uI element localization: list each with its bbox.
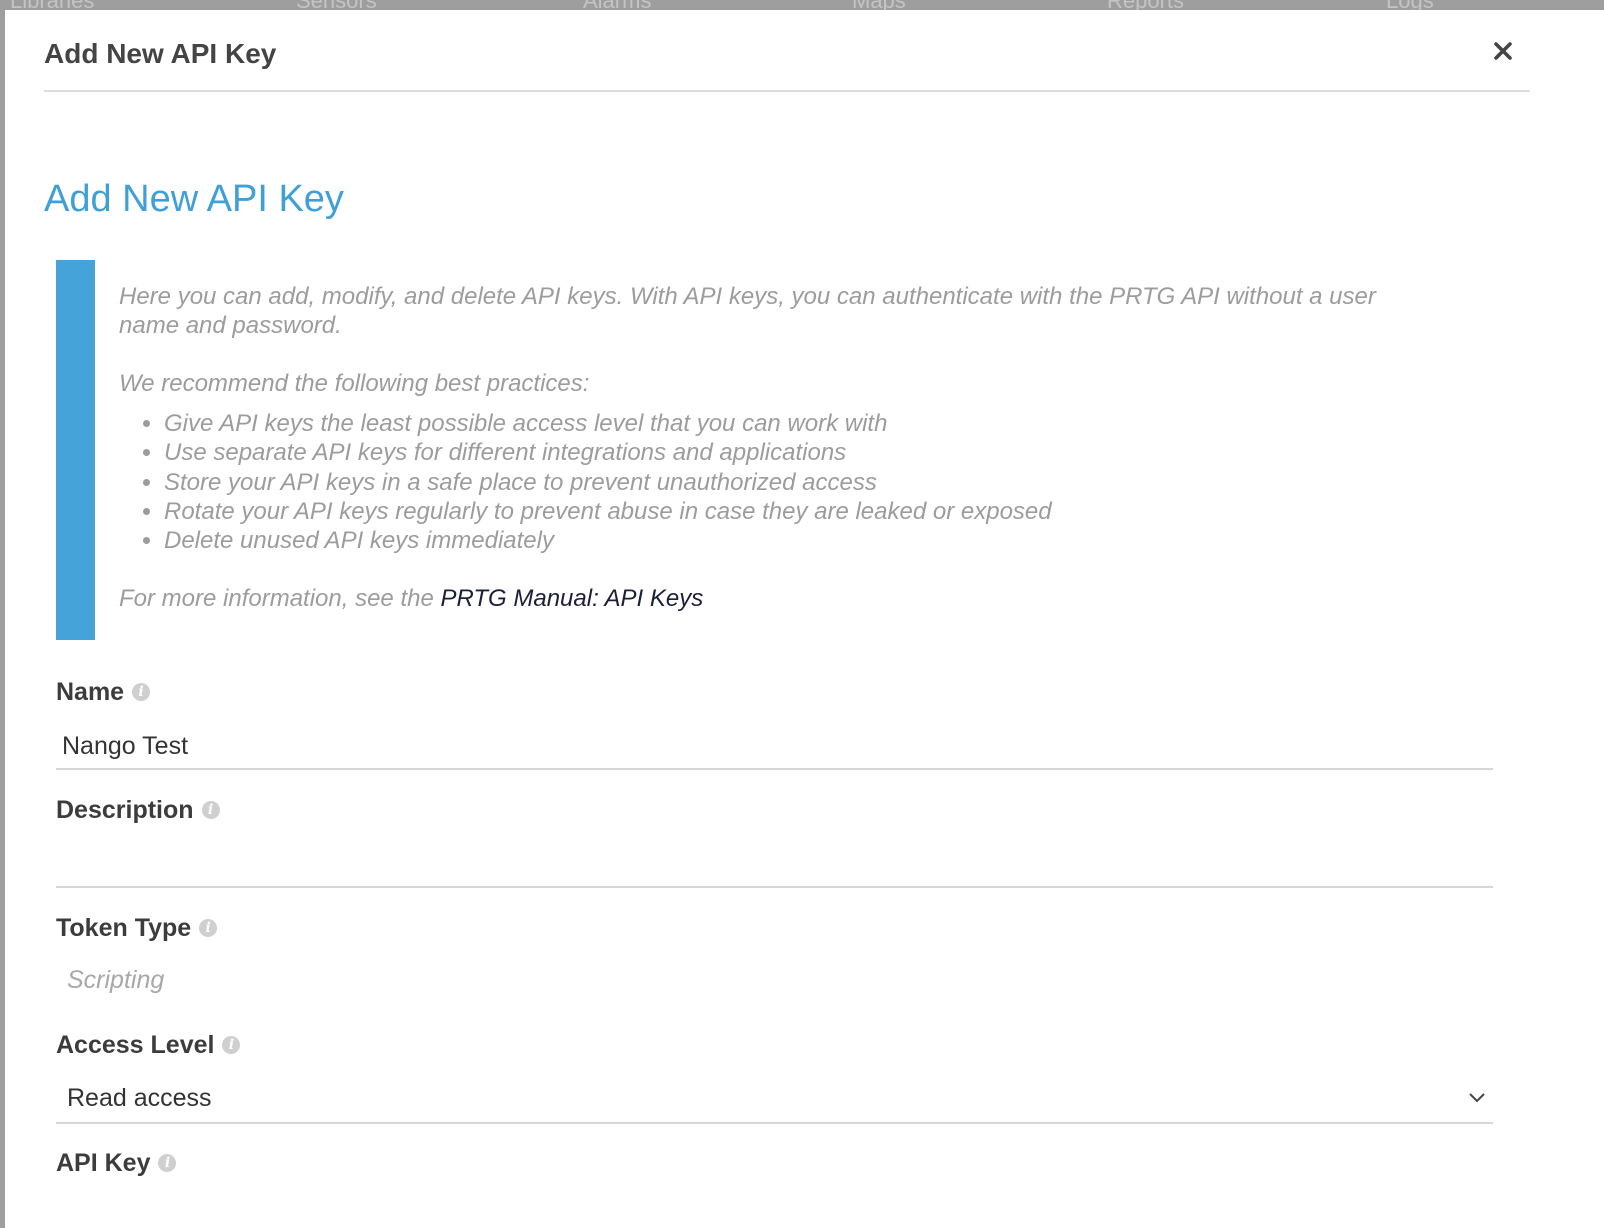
dialog-header: Add New API Key	[44, 10, 1530, 92]
list-item: Delete unused API keys immediately	[164, 526, 1439, 555]
close-icon	[1494, 42, 1512, 60]
info-more-prefix: For more information, see the	[119, 585, 441, 613]
bg-nav-item: Alarms	[583, 0, 651, 10]
background-navbar: Libraries Sensors Alarms Maps Reports Lo…	[0, 0, 1604, 10]
token-type-label-text: Token Type	[56, 914, 192, 942]
description-label-text: Description	[56, 796, 194, 824]
list-item: Rotate your API keys regularly to preven…	[164, 497, 1439, 526]
chevron-down-icon	[1469, 1093, 1485, 1103]
dialog-title: Add New API Key	[44, 38, 277, 69]
info-icon[interactable]: i	[222, 1036, 241, 1054]
info-icon[interactable]: i	[158, 1154, 177, 1172]
description-input[interactable]	[56, 842, 1493, 888]
name-label-text: Name	[56, 678, 125, 706]
info-text: Here you can add, modify, and delete API…	[119, 282, 1439, 613]
name-input[interactable]	[56, 724, 1493, 770]
access-level-label-text: Access Level	[56, 1031, 215, 1059]
info-intro: Here you can add, modify, and delete API…	[119, 283, 1376, 339]
info-recommend: We recommend the following best practice…	[119, 370, 590, 397]
api-key-label-text: API Key	[56, 1149, 151, 1177]
bg-nav-item: Maps	[852, 0, 906, 10]
best-practices-list: Give API keys the least possible access …	[119, 409, 1439, 555]
bg-nav-item: Logs	[1386, 0, 1434, 10]
token-type-value: Scripting	[67, 966, 165, 994]
token-type-label: Token Type i	[56, 914, 218, 943]
list-item: Store your API keys in a safe place to p…	[164, 468, 1439, 497]
bg-nav-item: Libraries	[10, 0, 94, 10]
access-level-select[interactable]: Read access	[56, 1076, 1493, 1124]
api-key-label: API Key i	[56, 1149, 177, 1178]
list-item: Give API keys the least possible access …	[164, 409, 1439, 438]
close-button[interactable]	[1490, 38, 1516, 64]
info-accent-bar	[56, 260, 95, 640]
bg-nav-item: Reports	[1107, 0, 1184, 10]
add-api-key-dialog: Add New API Key Add New API Key Here you…	[5, 10, 1604, 1228]
name-label: Name i	[56, 678, 151, 707]
info-more: For more information, see the PRTG Manua…	[119, 584, 1439, 613]
access-level-value: Read access	[67, 1084, 212, 1112]
manual-link[interactable]: PRTG Manual: API Keys	[440, 585, 703, 612]
bg-nav-item: Sensors	[296, 0, 377, 10]
access-level-label: Access Level i	[56, 1031, 241, 1060]
info-icon[interactable]: i	[199, 919, 218, 937]
info-box: Here you can add, modify, and delete API…	[56, 260, 1496, 640]
info-icon[interactable]: i	[201, 801, 220, 819]
info-icon[interactable]: i	[132, 683, 151, 701]
description-label: Description i	[56, 796, 220, 825]
page-heading: Add New API Key	[44, 178, 344, 220]
list-item: Use separate API keys for different inte…	[164, 438, 1439, 467]
